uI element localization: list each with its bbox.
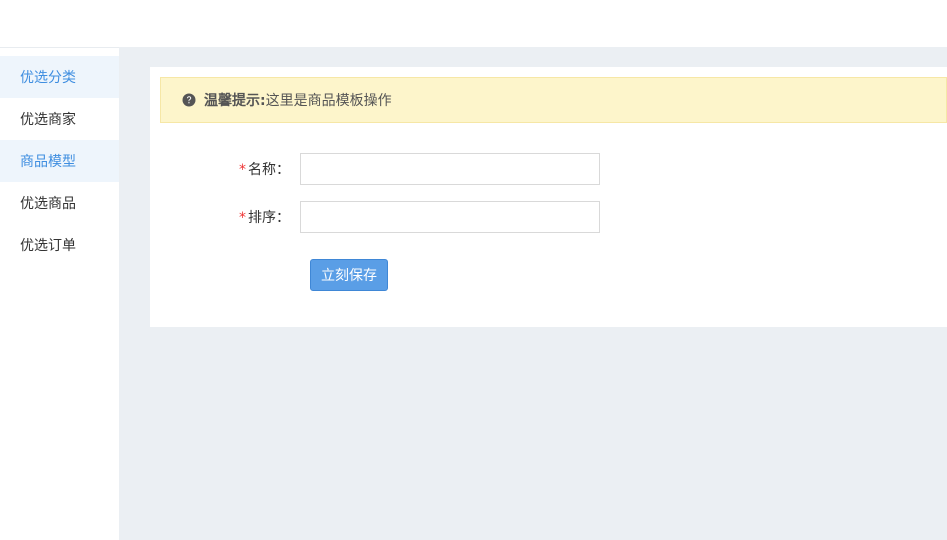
sort-row: * 排序： — [150, 201, 947, 233]
sidebar-item-goods-model[interactable]: 商品模型 — [0, 140, 119, 182]
sidebar-item-label: 优选商品 — [20, 196, 76, 212]
sidebar: 优选分类 优选商家 商品模型 优选商品 优选订单 — [0, 47, 119, 540]
sidebar-item-label: 商品模型 — [20, 154, 76, 170]
sidebar-item-label: 优选商家 — [20, 112, 76, 128]
name-label-text: 名称： — [248, 162, 290, 178]
save-button[interactable]: 立刻保存 — [310, 259, 388, 291]
sort-label: * 排序： — [150, 207, 300, 227]
main-content: 温馨提示: 这里是商品模板操作 * 名称： * 排序： 立刻保存 — [119, 47, 947, 540]
required-mark: * — [239, 162, 246, 178]
sidebar-item-category[interactable]: 优选分类 — [0, 56, 119, 98]
tip-title: 温馨提示: — [204, 93, 266, 109]
sort-label-text: 排序： — [248, 210, 290, 226]
name-label: * 名称： — [150, 159, 300, 179]
required-mark: * — [239, 210, 246, 226]
question-circle-icon — [182, 93, 196, 107]
sidebar-item-label: 优选分类 — [20, 70, 76, 86]
name-row: * 名称： — [150, 153, 947, 185]
name-input[interactable] — [300, 153, 600, 185]
sidebar-item-label: 优选订单 — [20, 238, 76, 254]
tip-banner: 温馨提示: 这里是商品模板操作 — [160, 77, 947, 123]
form-panel: 温馨提示: 这里是商品模板操作 * 名称： * 排序： 立刻保存 — [150, 67, 947, 327]
sort-input[interactable] — [300, 201, 600, 233]
tip-text: 这里是商品模板操作 — [265, 93, 392, 109]
sidebar-item-merchant[interactable]: 优选商家 — [0, 98, 119, 140]
sidebar-item-goods[interactable]: 优选商品 — [0, 182, 119, 224]
sidebar-item-orders[interactable]: 优选订单 — [0, 224, 119, 266]
top-bar — [0, 0, 947, 47]
